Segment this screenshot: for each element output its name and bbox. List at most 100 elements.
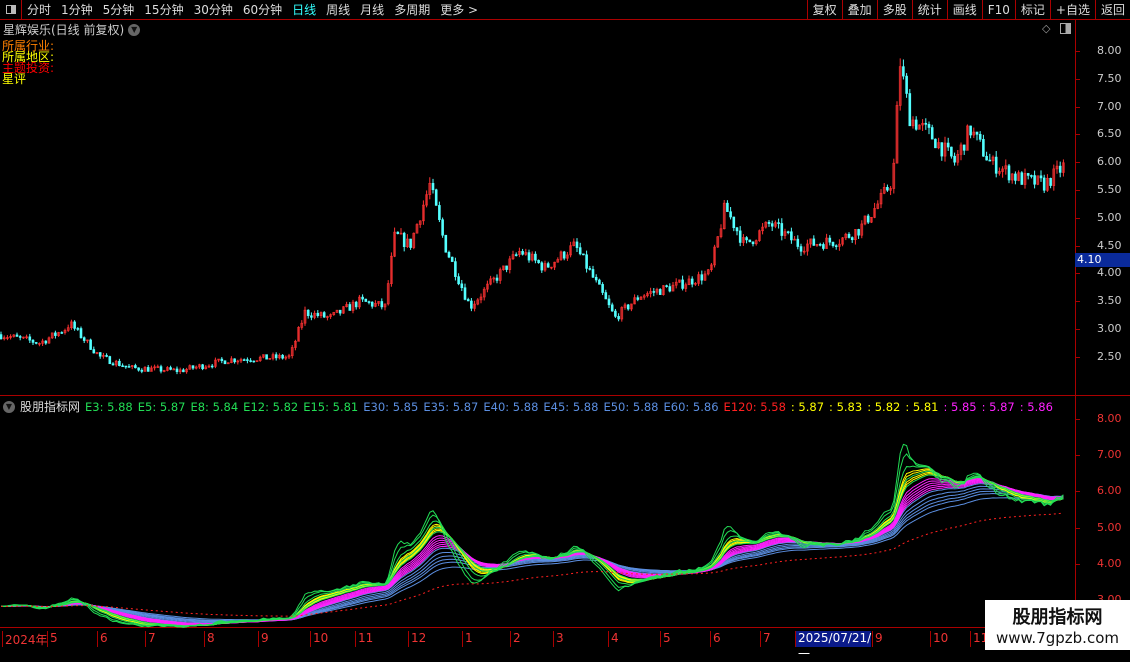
candle-body xyxy=(732,216,736,229)
candle-body xyxy=(582,253,585,256)
candle-body xyxy=(982,139,985,157)
ema-line-10 xyxy=(0,468,1064,627)
candle-body xyxy=(137,367,140,371)
candle-body xyxy=(598,279,601,285)
candle-body xyxy=(681,279,684,289)
candle-body xyxy=(665,285,668,287)
candle-body xyxy=(73,321,76,329)
candle-body xyxy=(799,246,803,252)
candle-body xyxy=(886,187,889,191)
candle-body xyxy=(978,134,982,140)
candle-body xyxy=(457,276,460,285)
candle-body xyxy=(738,230,742,243)
y-tick-label: 6.50 xyxy=(1097,127,1122,141)
x-axis-label: 10 xyxy=(310,631,328,647)
x-axis-label: 3 xyxy=(553,631,564,647)
candle-body xyxy=(614,310,617,317)
current-price-tag: 4.10 xyxy=(1075,253,1130,267)
candle-body xyxy=(310,315,313,318)
y-tick xyxy=(1075,78,1080,80)
candle-body xyxy=(44,340,48,344)
candle-body xyxy=(934,138,937,149)
y-tick xyxy=(1075,245,1080,247)
candle-body xyxy=(562,251,566,259)
candle-body xyxy=(252,360,256,363)
candle-body xyxy=(121,365,124,368)
y-tick-label: 6.00 xyxy=(1097,155,1122,169)
candle-body xyxy=(470,300,473,309)
candle-body xyxy=(89,339,92,350)
candle-body xyxy=(962,144,966,151)
x-axis-label: 4 xyxy=(608,631,619,647)
candle-body xyxy=(588,268,592,270)
y-tick-label: 4.50 xyxy=(1097,238,1122,252)
y-tick xyxy=(1075,134,1080,136)
candle-body xyxy=(1039,175,1043,179)
candle-body xyxy=(578,247,582,255)
candle-body xyxy=(834,245,838,247)
candle-body xyxy=(134,365,137,369)
indicator-y-tick-label: 4.00 xyxy=(1097,556,1122,570)
candle-body xyxy=(527,252,531,261)
candle-body xyxy=(361,296,364,300)
candle-body xyxy=(54,332,57,336)
candle-body xyxy=(908,93,912,127)
y-tick-label: 7.00 xyxy=(1097,99,1122,113)
candle-body xyxy=(438,205,441,220)
candle-body xyxy=(466,299,470,302)
candle-body xyxy=(434,189,438,206)
candle-body xyxy=(751,241,755,245)
candle-body xyxy=(79,328,83,338)
candle-body xyxy=(431,182,435,191)
x-axis-label: 5 xyxy=(660,631,671,647)
candle-body xyxy=(28,336,32,341)
candle-body xyxy=(201,364,204,370)
x-axis-label: 5 xyxy=(47,631,58,647)
candle-body xyxy=(777,222,780,224)
candle-body xyxy=(745,237,748,241)
candle-body xyxy=(591,269,595,278)
candle-body xyxy=(822,244,825,249)
x-axis-label: 7 xyxy=(145,631,156,647)
candle-body xyxy=(146,367,150,372)
x-axis-label: 6 xyxy=(97,631,108,647)
candle-body xyxy=(322,312,326,318)
x-axis-label: 12 xyxy=(408,631,426,647)
y-tick-label: 5.00 xyxy=(1097,210,1122,224)
candle-body xyxy=(735,227,739,232)
candle-body xyxy=(652,291,656,293)
candle-body xyxy=(370,301,374,307)
candle-body xyxy=(191,365,195,369)
cursor-date-label: 2025/07/21/一 xyxy=(795,631,871,661)
ema-line-5 xyxy=(0,453,1064,628)
candle-body xyxy=(402,232,406,247)
y-tick xyxy=(1075,455,1080,457)
y-tick-label: 2.50 xyxy=(1097,349,1122,363)
ema-line-8 xyxy=(0,465,1064,628)
candle-body xyxy=(790,231,793,241)
candle-body xyxy=(607,298,611,306)
candle-body xyxy=(354,301,358,308)
y-tick xyxy=(1075,329,1080,330)
candle-body xyxy=(242,359,246,361)
y-tick xyxy=(1075,162,1080,164)
candle-body xyxy=(92,349,96,354)
candle-body xyxy=(700,274,704,281)
y-tick xyxy=(1075,563,1080,565)
candle-body xyxy=(812,238,816,246)
candle-body xyxy=(914,119,918,130)
x-axis-label: 11 xyxy=(355,631,373,647)
candle-body xyxy=(601,284,604,293)
candle-body xyxy=(182,369,185,373)
price-chart[interactable] xyxy=(0,0,1075,630)
candle-body xyxy=(780,223,784,236)
candle-body xyxy=(786,231,790,233)
candle-body xyxy=(348,304,352,311)
toolbar-button-8[interactable]: 返回 xyxy=(1094,0,1130,20)
y-tick xyxy=(1075,491,1080,493)
candle-body xyxy=(140,369,144,372)
candle-body xyxy=(364,298,368,302)
indicator-y-tick-label: 8.00 xyxy=(1097,412,1122,425)
candle-body xyxy=(108,356,112,365)
x-axis-label: 9 xyxy=(258,631,269,647)
